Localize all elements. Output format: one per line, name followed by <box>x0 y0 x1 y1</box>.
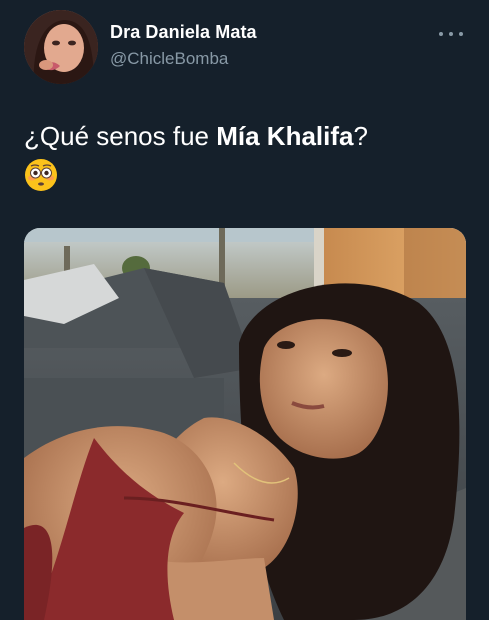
tweet-text-bold-name: Mía Khalifa <box>216 121 354 151</box>
more-horizontal-icon-dot <box>449 32 453 36</box>
tweet-text: ¿Qué senos fue Mía Khalifa? <box>24 118 464 192</box>
photo-image <box>24 228 466 620</box>
flushed-face-emoji <box>24 158 58 192</box>
tweet-photo[interactable] <box>24 228 466 620</box>
avatar-image <box>24 10 98 84</box>
more-horizontal-icon-dot <box>459 32 463 36</box>
tweet-text-part2: ? <box>353 121 368 151</box>
user-info: Dra Daniela Mata @ChicleBomba <box>110 22 257 69</box>
avatar[interactable] <box>24 10 98 84</box>
more-options-button[interactable] <box>439 26 463 42</box>
display-name[interactable]: Dra Daniela Mata <box>110 22 257 43</box>
user-handle[interactable]: @ChicleBomba <box>110 49 257 69</box>
more-horizontal-icon <box>439 32 443 36</box>
tweet-text-part1: ¿Qué senos fue <box>24 121 217 151</box>
